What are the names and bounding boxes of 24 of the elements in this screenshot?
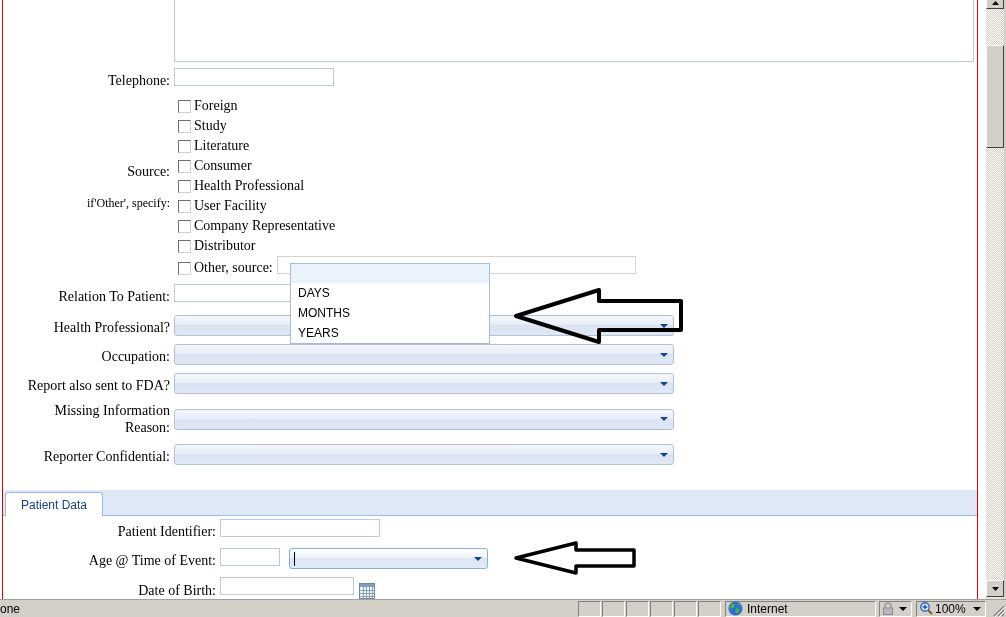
field-label: Health Professional? (52, 319, 171, 336)
field-label: Occupation: (100, 348, 171, 365)
field-label: Patient Identifier: (116, 523, 217, 540)
field-label: Reporter Confidential: (42, 448, 171, 465)
checkbox-label: Foreign (194, 97, 238, 115)
checkbox-label: Study (194, 117, 227, 135)
checkbox-label: Literature (194, 137, 250, 155)
checkbox-label: Health Professional (194, 177, 305, 195)
checkbox-label: Consumer (194, 157, 252, 175)
hint-text: if'Other', specify: (87, 196, 170, 210)
checkbox-label: Distributor (194, 237, 256, 255)
field-label: Report also sent to FDA? (26, 377, 171, 394)
field-label: Missing Information Reason: (53, 402, 171, 436)
status-text: one (0, 600, 22, 617)
checkbox-label: User Facility (194, 197, 267, 215)
field-label: Relation To Patient: (57, 288, 171, 305)
field-label: Date of Birth: (137, 582, 217, 599)
field-label: Source: (127, 164, 170, 180)
field-label: Age @ Time of Event: (87, 552, 217, 569)
zone-label: Internet (747, 601, 788, 616)
checkbox-label: Other, source: (194, 259, 273, 277)
zoom-level: 100% (935, 601, 966, 616)
checkbox-label: Company Representative (194, 217, 336, 235)
field-label: Telephone: (107, 72, 171, 89)
